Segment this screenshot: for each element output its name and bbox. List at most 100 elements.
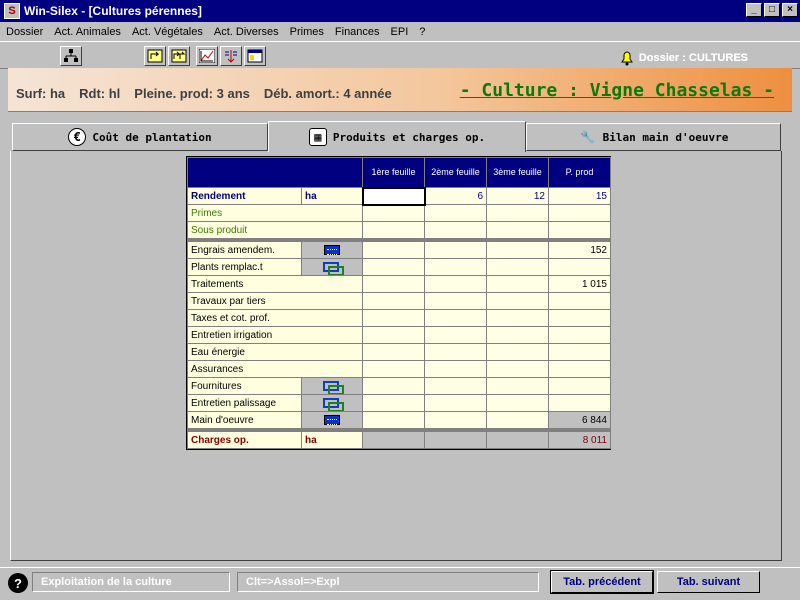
minimize-button[interactable]: _ [746, 3, 762, 17]
grid-cell[interactable] [362, 241, 425, 259]
menu-dossier[interactable]: Dossier [6, 26, 43, 38]
calculator-button[interactable] [301, 241, 363, 259]
sous-produit-row: Sous produit [187, 221, 611, 239]
grid-cell[interactable] [362, 309, 425, 327]
help-icon[interactable]: ? [8, 573, 28, 593]
menu-primes[interactable]: Primes [290, 26, 324, 38]
status-bar: ? Exploitation de la culture Clt=>Assol=… [0, 567, 800, 600]
grid-cell[interactable]: 152 [548, 241, 611, 259]
charge-rows: Engrais amendem. 152 Plants remplac.t Trait… [187, 241, 611, 429]
grid-cell: 6 844 [548, 411, 611, 429]
link-button[interactable] [301, 258, 363, 276]
charges-unit: ha [301, 431, 363, 449]
previous-tab-button[interactable]: Tab. précédent [550, 570, 654, 594]
grid-cell[interactable] [486, 258, 549, 276]
sort-button[interactable] [220, 46, 242, 66]
grid-cell[interactable] [548, 309, 611, 327]
dossier-indicator: Dossier : CULTURES [619, 50, 748, 66]
dossier-label: Dossier : CULTURES [638, 52, 748, 64]
calculator-icon [324, 244, 340, 255]
grid-cell[interactable] [362, 360, 425, 378]
grid-cell[interactable] [424, 221, 487, 239]
grid-cell[interactable] [362, 343, 425, 361]
grid-cell[interactable] [424, 292, 487, 310]
next-tab-button[interactable]: Tab. suivant [657, 571, 760, 593]
menu-epi[interactable]: EPI [391, 26, 409, 38]
grid-cell[interactable] [486, 221, 549, 239]
close-button[interactable]: × [782, 3, 798, 17]
grid-cell[interactable] [548, 360, 611, 378]
grid-cell[interactable] [486, 377, 549, 395]
grid-cell[interactable] [486, 204, 549, 222]
grid-cell[interactable] [486, 241, 549, 259]
app-icon[interactable]: S [4, 3, 20, 19]
grid-cell[interactable] [486, 343, 549, 361]
grid-cell[interactable] [548, 394, 611, 412]
grid-cell[interactable] [548, 343, 611, 361]
grid-cell[interactable] [424, 411, 487, 429]
menu-act-diverses[interactable]: Act. Diverses [214, 26, 279, 38]
grid-cell[interactable] [548, 377, 611, 395]
grid-cell[interactable]: 1 015 [548, 275, 611, 293]
tab-produits-charges[interactable]: ▦ Produits et charges op. [268, 121, 526, 152]
grid-cell[interactable] [486, 275, 549, 293]
grid-cell[interactable] [486, 292, 549, 310]
rendement-cell-3[interactable]: 12 [486, 187, 549, 205]
grid-cell[interactable] [548, 292, 611, 310]
table-button[interactable] [244, 46, 266, 66]
rendement-label: Rdt: hl [79, 86, 121, 101]
maximize-button[interactable]: □ [764, 3, 780, 17]
link-button[interactable] [301, 394, 363, 412]
charge-label: Engrais amendem. [187, 241, 302, 259]
grid-cell[interactable] [486, 394, 549, 412]
grid-cell[interactable] [362, 377, 425, 395]
grid-cell[interactable] [486, 326, 549, 344]
grid-cell[interactable] [548, 258, 611, 276]
grid-cell[interactable] [362, 275, 425, 293]
grid-cell[interactable] [424, 343, 487, 361]
rendement-cell-1[interactable] [361, 186, 426, 206]
grid-cell[interactable] [424, 258, 487, 276]
calculator-button[interactable] [301, 411, 363, 429]
chart-button[interactable] [196, 46, 218, 66]
grid-cell[interactable] [362, 326, 425, 344]
grid-cell[interactable] [548, 221, 611, 239]
col-header: 3ème feuille [486, 157, 549, 188]
arrow-icon [147, 49, 163, 63]
grid-cell[interactable] [424, 326, 487, 344]
rendement-cell-2[interactable]: 6 [424, 187, 487, 205]
grid-cell[interactable] [362, 204, 425, 222]
grid-cell[interactable] [362, 394, 425, 412]
grid-cell[interactable] [486, 411, 549, 429]
redo-all-button[interactable] [168, 46, 190, 66]
menu-finances[interactable]: Finances [335, 26, 380, 38]
grid-cell[interactable] [424, 275, 487, 293]
tree-button[interactable] [60, 46, 82, 66]
grid-cell[interactable] [486, 360, 549, 378]
tab-label: Bilan main d'oeuvre [602, 130, 729, 144]
grid-cell[interactable] [424, 204, 487, 222]
tab-cout-plantation[interactable]: € Coût de plantation [12, 123, 268, 151]
grid-cell[interactable] [362, 258, 425, 276]
grid-cell[interactable] [362, 292, 425, 310]
charge-row: Plants remplac.t [187, 258, 611, 276]
grid-cell[interactable] [424, 309, 487, 327]
menu-act-animales[interactable]: Act. Animales [54, 26, 121, 38]
grid-cell[interactable] [424, 394, 487, 412]
grid-cell[interactable] [424, 360, 487, 378]
menu-help[interactable]: ? [419, 26, 425, 38]
link-button[interactable] [301, 377, 363, 395]
charge-row: Eau énergie [187, 343, 611, 361]
grid-cell[interactable] [362, 221, 425, 239]
menu-act-vegetales[interactable]: Act. Végétales [132, 26, 203, 38]
grid-cell[interactable] [424, 377, 487, 395]
tab-bilan-main-oeuvre[interactable]: 🔧 Bilan main d'oeuvre [526, 123, 781, 151]
redo-button[interactable] [144, 46, 166, 66]
rendement-cell-pprod[interactable]: 15 [548, 187, 611, 205]
grid-cell[interactable] [486, 309, 549, 327]
grid-cell[interactable] [424, 241, 487, 259]
grid-cell[interactable] [362, 411, 425, 429]
double-arrow-icon [171, 49, 187, 63]
grid-cell[interactable] [548, 204, 611, 222]
grid-cell[interactable] [548, 326, 611, 344]
